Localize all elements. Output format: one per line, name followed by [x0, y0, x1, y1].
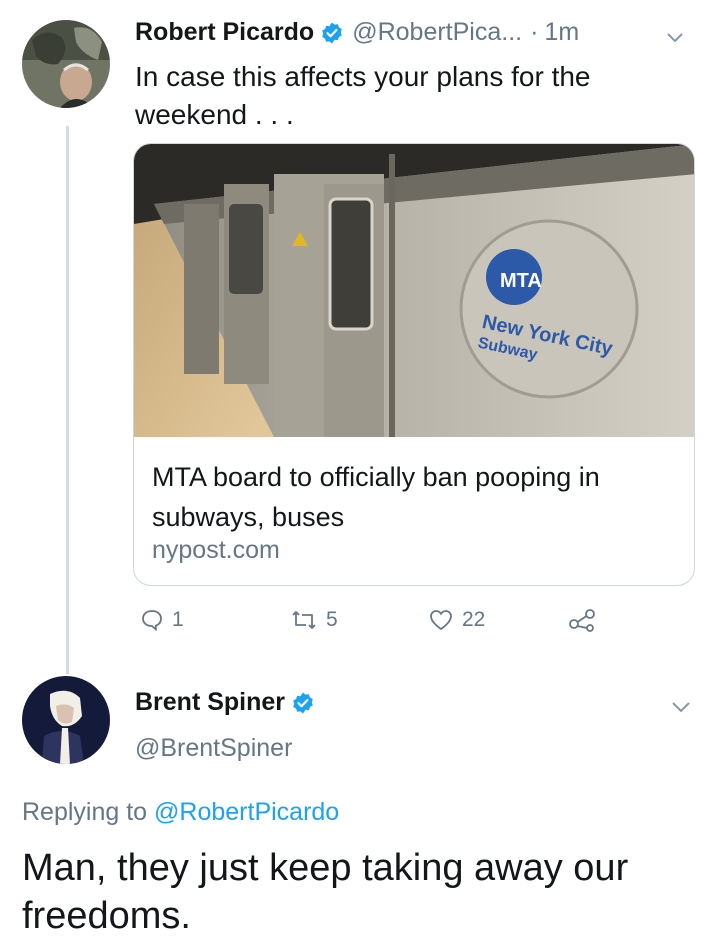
- separator-dot: ·: [530, 18, 539, 46]
- thread-line: [66, 126, 69, 674]
- avatar-robert-picardo[interactable]: [22, 20, 110, 108]
- reply-count: 1: [172, 608, 184, 631]
- replying-to-mention[interactable]: @RobertPicardo: [154, 798, 339, 826]
- reply-icon: [142, 610, 162, 632]
- link-card[interactable]: MTA New York City Subway MTA board to of…: [133, 143, 695, 586]
- reply-action[interactable]: 1: [140, 608, 184, 632]
- chevron-down-icon[interactable]: [668, 694, 694, 720]
- chevron-down-icon[interactable]: [664, 26, 686, 48]
- author-name[interactable]: Robert Picardo: [135, 18, 314, 47]
- reply-author-handle[interactable]: @BrentSpiner: [135, 734, 292, 763]
- mta-logo-text: MTA: [500, 270, 542, 292]
- like-count: 22: [462, 608, 486, 631]
- replying-to: Replying to @RobertPicardo: [22, 798, 339, 827]
- share-action[interactable]: [568, 608, 596, 632]
- tweet-timestamp[interactable]: 1m: [544, 18, 579, 47]
- card-domain: nypost.com: [152, 536, 280, 564]
- reply-header: Brent Spiner: [135, 688, 315, 717]
- verified-badge-icon: [320, 21, 344, 45]
- retweet-icon: [292, 611, 316, 629]
- card-title: MTA board to officially ban pooping in s…: [152, 462, 600, 532]
- like-action[interactable]: 22: [428, 608, 485, 632]
- heart-icon: [430, 610, 452, 631]
- card-image: MTA New York City Subway: [134, 144, 694, 437]
- reply-text: Man, they just keep taking away our free…: [22, 847, 629, 937]
- tweet-text: In case this affects your plans for the …: [135, 61, 591, 130]
- retweet-count: 5: [326, 608, 338, 631]
- author-handle[interactable]: @RobertPica...: [352, 18, 522, 47]
- tweet-header: Robert Picardo @RobertPica... · 1m: [135, 18, 579, 47]
- retweet-action[interactable]: 5: [290, 608, 338, 632]
- avatar-brent-spiner[interactable]: [22, 676, 110, 764]
- replying-prefix: Replying to: [22, 798, 148, 826]
- share-icon: [569, 609, 595, 632]
- reply-author-name[interactable]: Brent Spiner: [135, 688, 285, 717]
- verified-badge-icon: [291, 691, 315, 715]
